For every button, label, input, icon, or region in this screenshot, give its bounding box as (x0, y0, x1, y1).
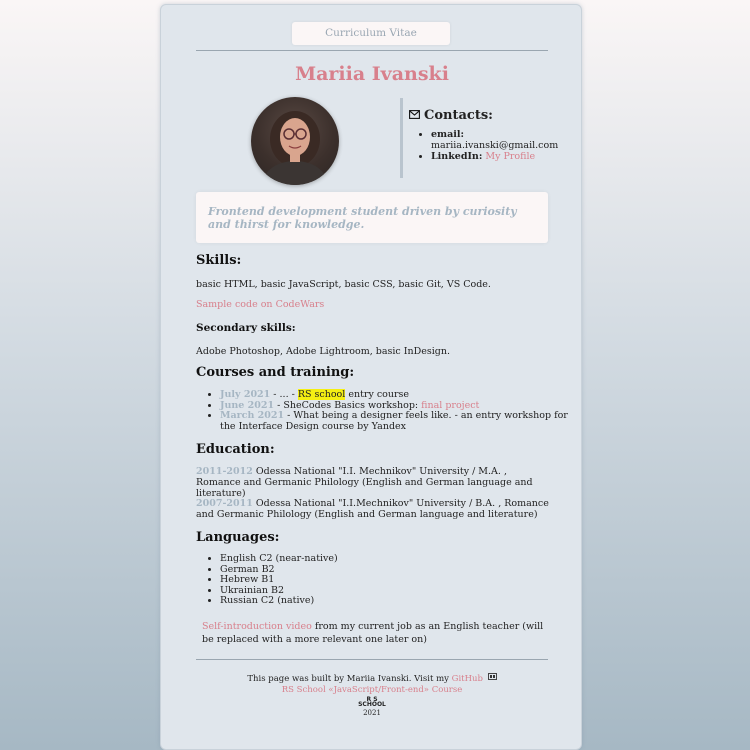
avatar (251, 97, 339, 185)
github-icon (487, 673, 497, 684)
rs-school-course-link[interactable]: RS School «JavaScript/Front-end» Course (282, 685, 463, 695)
course-date: June 2021 (220, 399, 275, 411)
self-intro-video-link[interactable]: Self-introduction video (202, 621, 312, 632)
course-item: March 2021 - What being a designer feels… (220, 410, 575, 432)
course-text: - ... - (270, 389, 298, 400)
courses-list: July 2021 - ... - RS school entry course… (196, 389, 575, 432)
course-text: - SheCodes Basics workshop: (274, 399, 422, 411)
codewars-link[interactable]: Sample code on CodeWars (196, 299, 551, 310)
languages-heading: Languages: (196, 530, 280, 545)
education-item: 2007-2011 Odessa National "I.I.Mechnikov… (196, 498, 551, 520)
envelope-icon (409, 108, 420, 123)
codewars-link-text[interactable]: Sample code on CodeWars (196, 299, 324, 310)
contacts-heading: Contacts: (409, 108, 550, 123)
footer-credits: This page was built by Mariia Ivanski. V… (161, 673, 583, 685)
skills-text: basic HTML, basic JavaScript, basic CSS,… (196, 279, 491, 290)
cv-card: Curriculum Vitae Mariia Ivanski Contacts… (160, 4, 582, 750)
contact-linkedin: LinkedIn: My Profile (431, 151, 550, 162)
course-date: March 2021 (220, 410, 285, 422)
rs-school-highlight: RS school (297, 389, 346, 400)
footer-built-by: This page was built by Mariia Ivanski. V… (247, 674, 452, 684)
course-text-post: entry course (345, 389, 410, 400)
education-years: 2011-2012 (196, 466, 253, 477)
contacts-title: Contacts: (424, 108, 493, 123)
languages-list: English C2 (near-native) German B2 Hebre… (196, 553, 575, 607)
language-item: English C2 (near-native) (220, 553, 575, 565)
footer-year: 2021 (363, 709, 381, 717)
email-value[interactable]: mariia.ivanski@gmail.com (431, 140, 558, 151)
intro-paragraph: Self-introduction video from my current … (202, 620, 547, 646)
final-project-link[interactable]: final project (421, 400, 479, 411)
linkedin-label: LinkedIn: (431, 151, 483, 162)
about-summary: Frontend development student driven by c… (196, 192, 548, 243)
footer-course: RS School «JavaScript/Front-end» Course (161, 685, 583, 696)
linkedin-link[interactable]: My Profile (485, 151, 535, 162)
top-divider (196, 50, 548, 51)
contacts-panel: Contacts: email: mariia.ivanski@gmail.co… (400, 98, 558, 178)
footer-divider (196, 659, 548, 660)
education-item: 2011-2012 Odessa National "I.I. Mechniko… (196, 466, 551, 499)
course-date: July 2021 (220, 389, 271, 400)
rs-logo-line-2: SCHOOL (358, 701, 386, 708)
github-link[interactable]: GitHub (452, 674, 483, 684)
rs-school-logo[interactable]: R S SCHOOL (358, 697, 386, 708)
page-title: Mariia Ivanski (295, 63, 449, 85)
courses-heading: Courses and training: (196, 365, 355, 380)
avatar-photo (263, 111, 327, 185)
education-heading: Education: (196, 442, 275, 457)
contact-email: email: mariia.ivanski@gmail.com (431, 129, 558, 151)
cv-tag: Curriculum Vitae (292, 22, 450, 45)
education-years: 2007-2011 (196, 498, 253, 509)
email-label: email: (431, 129, 464, 140)
contacts-list: email: mariia.ivanski@gmail.com LinkedIn… (409, 129, 558, 162)
language-item: Russian C2 (native) (220, 596, 575, 607)
secondary-skills-text: Adobe Photoshop, Adobe Lightroom, basic … (196, 346, 451, 357)
secondary-skills-heading: Secondary skills: (196, 322, 296, 334)
skills-heading: Skills: (196, 253, 242, 268)
